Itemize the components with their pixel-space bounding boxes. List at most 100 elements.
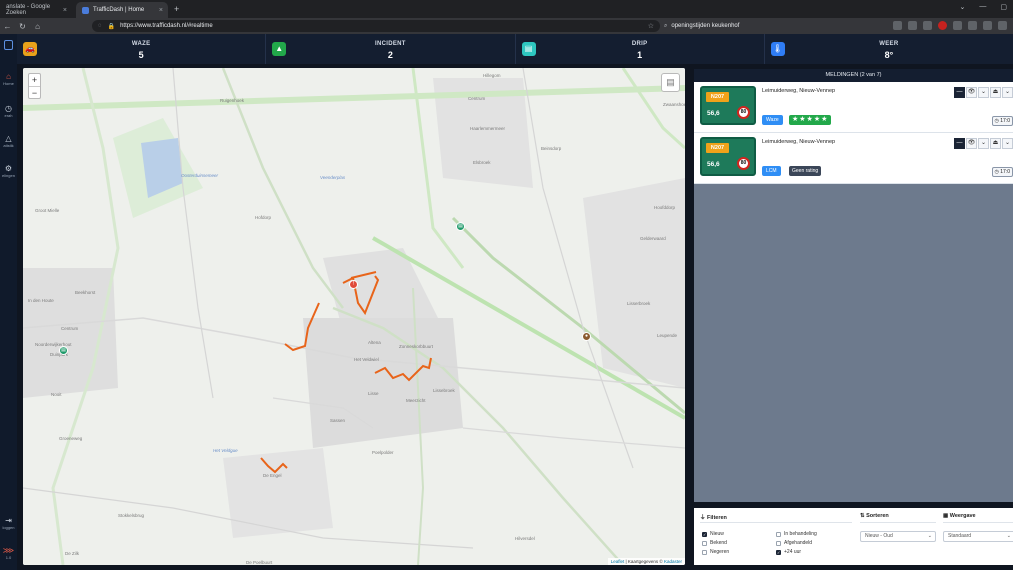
filter-icon: ⏚ — [700, 515, 706, 521]
home-icon: ⌂ — [6, 72, 11, 81]
tab-label: TrafficDash | Home — [93, 7, 145, 13]
view-select[interactable]: Standaard ⌄ — [943, 531, 1013, 542]
zoom-control: + − — [28, 73, 41, 99]
stat-drip[interactable]: ▤ DRIP 1 — [516, 34, 765, 64]
stat-waze[interactable]: 🚗 WAZE 5 — [17, 34, 267, 64]
waze-marker[interactable]: ● — [582, 332, 591, 341]
extension-icon[interactable] — [953, 21, 962, 30]
bookmark-star-icon[interactable]: ☆ — [648, 22, 654, 30]
sort-icon: ⇅ — [860, 513, 865, 519]
url-field[interactable]: ◌ 🔒 https://www.trafficdash.nl/#realtime… — [92, 20, 660, 32]
puzzle-icon[interactable] — [983, 21, 992, 30]
place-label: Centrum — [61, 326, 79, 331]
view-title: ▦ Weergave — [943, 513, 976, 519]
checkbox-label: Negeren — [710, 549, 730, 555]
speed-value: 56,6 — [707, 161, 720, 168]
more-button[interactable]: ⌄ — [1002, 87, 1013, 98]
grid-icon: ▦ — [943, 513, 949, 519]
minimize-icon[interactable]: ⌄ — [960, 3, 966, 11]
leaflet-link[interactable]: Leaflet — [611, 559, 625, 564]
tab-google[interactable]: anslate - Google Zoeken × — [0, 2, 72, 18]
sidebar-item-settings[interactable]: ⚙ elingen — [0, 164, 17, 178]
more-button[interactable]: ⌄ — [1002, 138, 1013, 149]
melding-card[interactable]: N207 56,6 80 Leimuiderweg, Nieuw-Vennep … — [694, 133, 1013, 184]
checkbox[interactable] — [776, 531, 781, 537]
filter-24-uur[interactable]: ✓ +24 uur — [776, 549, 801, 555]
checkbox-checked[interactable]: ✓ — [776, 549, 781, 555]
reload-icon[interactable]: ↻ — [15, 22, 30, 31]
checkbox-checked[interactable]: ✓ — [702, 531, 707, 537]
kadaster-link[interactable]: Kadaster — [664, 559, 682, 564]
view-button[interactable]: 👁 — [966, 87, 977, 98]
place-label: De Zilk — [65, 551, 80, 556]
settings-icon: ⚙ — [4, 164, 13, 173]
filter-in-behandeling[interactable]: In behandeling — [776, 531, 817, 537]
minimize-button[interactable]: — — [979, 3, 986, 11]
shield-icon: ◌ — [98, 23, 102, 29]
clock-icon: ◷ — [994, 169, 999, 175]
profile-icon[interactable] — [968, 21, 977, 30]
rating-badge[interactable]: Geen rating — [789, 166, 822, 176]
traffic-map[interactable]: Hillegom Centrum Haarlemmermeer Elsbroek Bei… — [23, 68, 685, 565]
home-icon[interactable]: ⌂ — [30, 22, 45, 31]
expand-button[interactable]: ⌄ — [978, 138, 989, 149]
close-icon[interactable]: × — [63, 7, 67, 14]
app-logo-icon[interactable] — [0, 40, 17, 52]
checkbox[interactable] — [702, 549, 707, 555]
extension-icon[interactable] — [923, 21, 932, 30]
stat-label: WEER — [879, 41, 899, 47]
time-badge: ◷ 17:0 — [991, 116, 1013, 126]
sort-select[interactable]: Nieuw - Oud ⌄ — [860, 531, 936, 542]
road-badge: N207 — [706, 92, 729, 102]
sidebar-item-label: Home — [3, 81, 14, 86]
filter-button[interactable]: ⏏ — [990, 138, 1001, 149]
view-value: Standaard — [948, 533, 972, 539]
place-label: Beekhorst — [75, 290, 96, 295]
checkbox[interactable] — [702, 540, 707, 546]
checkbox-label: In behandeling — [784, 531, 817, 537]
rating-stars[interactable]: ★★★★★ — [789, 115, 832, 125]
search-query: openingstijden keukenhof — [671, 23, 740, 29]
extension-icon[interactable] — [908, 21, 917, 30]
maximize-button[interactable]: ▢ — [1000, 3, 1007, 11]
sidebar-item-statistics[interactable]: △ atistik — [0, 134, 17, 148]
search-field[interactable]: ⌕ openingstijden keukenhof → — [664, 20, 904, 32]
close-icon[interactable]: × — [159, 7, 163, 14]
filter-bekend[interactable]: Bekend — [702, 540, 727, 546]
place-label: Elsbroek — [473, 160, 491, 165]
place-label: Ruigenhoek — [220, 98, 245, 103]
filter-panel: ⏚ Filteren ✓ Nieuw Bekend Negeren In beha… — [694, 508, 1013, 565]
stat-weather[interactable]: 🌡 WEER 8° — [765, 34, 1013, 64]
map-attribution: Leaflet | Kaartgegevens © Kadaster — [607, 558, 685, 565]
menu-icon[interactable] — [998, 21, 1007, 30]
back-icon[interactable]: ← — [0, 22, 15, 31]
extension-icon[interactable] — [893, 21, 902, 30]
filter-button[interactable]: ⏏ — [990, 87, 1001, 98]
new-tab-button[interactable]: + — [174, 2, 179, 18]
filter-nieuw[interactable]: ✓ Nieuw — [702, 531, 724, 537]
zoom-out-button[interactable]: − — [29, 86, 40, 98]
melding-card[interactable]: N207 56,6 80 Leimuiderweg, Nieuw-Vennep … — [694, 82, 1013, 133]
place-label: Stokkelsbrug — [118, 513, 145, 518]
sidebar-item-home[interactable]: ⌂ Home — [0, 72, 17, 86]
stat-incident[interactable]: ▲ INCIDENT 2 — [266, 34, 516, 64]
expand-button[interactable]: ⌄ — [978, 87, 989, 98]
layers-button[interactable]: ▤ — [661, 73, 680, 92]
sidebar-item-history[interactable]: ◷ erah — [0, 104, 17, 118]
melding-location: Leimuiderweg, Nieuw-Vennep — [762, 139, 836, 145]
collapse-button[interactable]: — — [954, 138, 965, 149]
view-button[interactable]: 👁 — [966, 138, 977, 149]
tab-trafficdash[interactable]: TrafficDash | Home × — [76, 2, 168, 18]
filter-afgehandeld[interactable]: Afgehandeld — [776, 540, 812, 546]
incident-marker[interactable]: ! — [349, 280, 358, 289]
drip-marker[interactable]: ▤ — [59, 346, 68, 355]
drip-marker[interactable]: ▤ — [456, 222, 465, 231]
adblock-icon[interactable] — [938, 21, 947, 30]
sidebar-item-logout[interactable]: ⇥ loggen — [0, 516, 17, 530]
place-label: Haarlemmermeer — [470, 126, 506, 131]
zoom-in-button[interactable]: + — [29, 74, 40, 86]
filter-negeren[interactable]: Negeren — [702, 549, 729, 555]
checkbox[interactable] — [776, 540, 781, 546]
collapse-button[interactable]: — — [954, 87, 965, 98]
lock-icon: 🔒 — [107, 23, 116, 30]
